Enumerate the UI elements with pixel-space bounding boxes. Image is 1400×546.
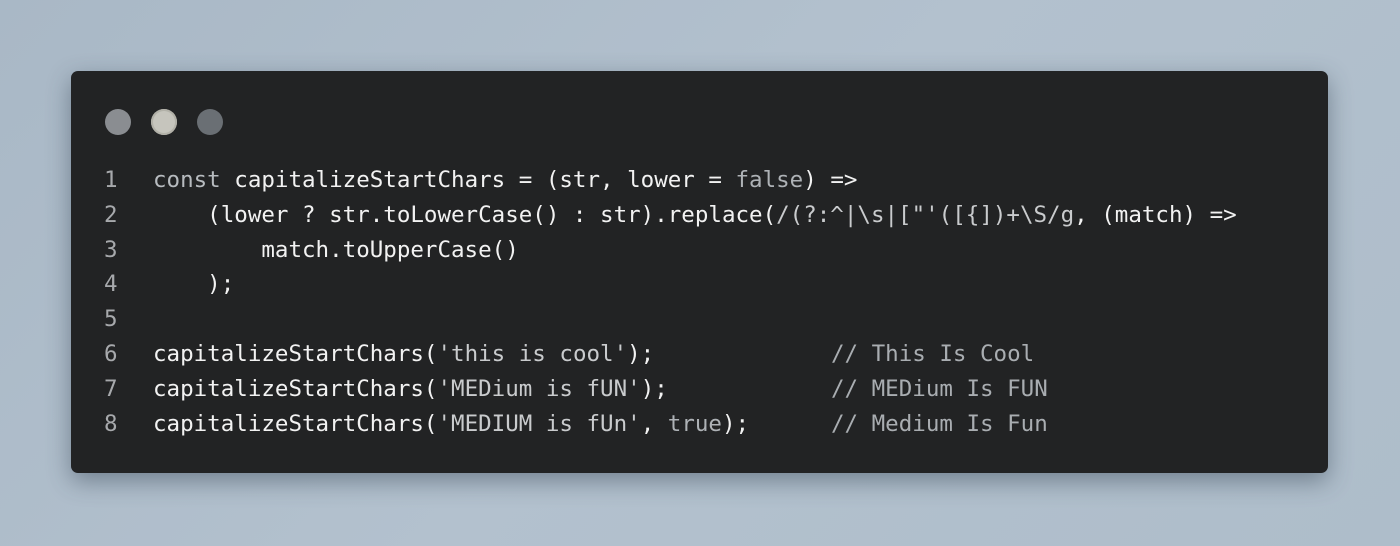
code-token: false: [735, 167, 804, 193]
line-number: 3: [104, 236, 118, 263]
code-comment: // This Is Cool: [831, 341, 1035, 367]
maximize-dot-icon[interactable]: [197, 109, 223, 135]
code-token: capitalizeStartChars(: [153, 341, 438, 367]
minimize-dot-icon[interactable]: [151, 109, 177, 135]
code-token: capitalizeStartChars(: [153, 375, 438, 402]
code-token: ,: [640, 410, 668, 437]
code-text: capitalizeStartChars('MEDIUM is fUn', tr…: [153, 407, 749, 442]
code-token: true: [667, 410, 722, 437]
code-token: 'MEDium is fUN': [437, 375, 641, 402]
code-token: 'MEDIUM is fUn': [437, 410, 641, 437]
line-number: 6: [104, 341, 118, 367]
line-number: 8: [104, 410, 118, 437]
code-token: ) =>: [803, 167, 858, 193]
line-number: 1: [104, 167, 118, 193]
code-token: );: [627, 341, 655, 367]
code-token: (lower ? str.toLowerCase() : str).replac…: [153, 201, 777, 228]
code-token: capitalizeStartChars = (str, lower =: [234, 167, 736, 193]
line-number: 4: [104, 271, 118, 298]
code-text: (lower ? str.toLowerCase() : str).replac…: [153, 198, 1237, 233]
code-token: const: [153, 167, 235, 193]
code-token: , (match) =>: [1074, 201, 1237, 228]
code-token: match.toUpperCase(): [153, 236, 519, 263]
code-text: match.toUpperCase(): [153, 233, 519, 268]
code-token: );: [153, 271, 235, 298]
line-number: 2: [104, 201, 118, 228]
code-token: 'this is cool': [437, 341, 628, 367]
code-token: capitalizeStartChars(: [153, 410, 438, 437]
code-text: capitalizeStartChars('this is cool');: [153, 337, 654, 372]
code-comment: // MEDium Is FUN: [831, 375, 1048, 402]
code-token: );: [640, 375, 668, 402]
line-number: 5: [104, 306, 118, 333]
close-dot-icon[interactable]: [105, 109, 131, 135]
code-text: capitalizeStartChars('MEDium is fUN');: [153, 372, 668, 407]
code-token: /(?:^|\s|["'([{])+\S/g: [776, 201, 1075, 228]
code-text: );: [153, 267, 234, 302]
code-text: const capitalizeStartChars = (str, lower…: [153, 163, 857, 198]
code-token: );: [721, 410, 750, 437]
code-comment: // Medium Is Fun: [831, 410, 1048, 437]
line-number: 7: [104, 375, 118, 402]
